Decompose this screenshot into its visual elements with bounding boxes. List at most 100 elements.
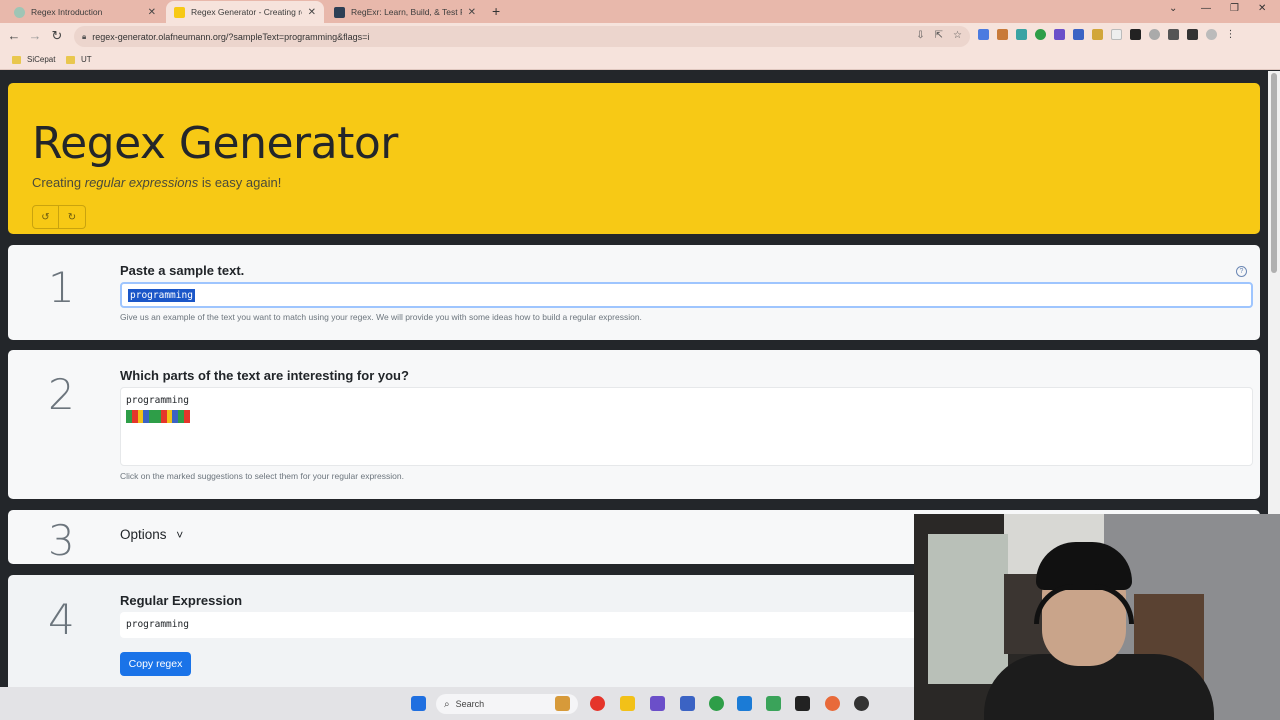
step-number: 1 [48,263,75,312]
copy-regex-button[interactable]: Copy regex [120,652,191,676]
bookmark-ut[interactable]: UT [66,55,92,64]
menu-kebab-icon[interactable]: ⋮ [1225,29,1236,40]
tab-favicon-icon [174,6,185,18]
windows-start-icon[interactable] [411,696,426,711]
lead-text: is easy again! [198,175,282,190]
tab-title: Regex Generator - Creating regex [191,7,302,17]
file-explorer-icon[interactable] [620,696,635,711]
page-lead: Creating regular expressions is easy aga… [32,175,281,190]
extension-translate-icon[interactable] [978,29,989,40]
browser-toolbar: ← → ↻ 🔒︎ regex-generator.olafneumann.org… [0,23,1280,50]
window-close-icon[interactable]: ✕ [1258,3,1266,14]
slack-icon[interactable] [650,696,665,711]
install-app-icon[interactable]: ⇩ [916,30,924,41]
tab-search-icon[interactable]: ⌄ [1169,3,1177,14]
step-number: 3 [48,516,75,565]
step-1-card: 1 Paste a sample text. ? programming Giv… [8,245,1260,340]
sample-text-input[interactable]: programming [120,282,1253,308]
suggestion-marker[interactable] [183,410,190,423]
chevron-down-icon: ˅ [176,528,184,542]
lead-text: Creating [32,175,85,190]
webcam-overlay [914,514,1280,720]
tab-title: Regex Introduction [31,7,103,17]
history-button-group: ↺ ↻ [32,205,86,229]
sample-text-value: programming [128,289,195,302]
regex-output-value: programming [126,619,189,630]
step-number: 2 [48,370,75,419]
chrome-icon[interactable] [590,696,605,711]
restore-icon[interactable]: ❐ [1230,3,1239,14]
extension-icon[interactable] [1149,29,1160,40]
suggestion-markers[interactable] [126,410,190,423]
extension-icon[interactable] [1130,29,1141,40]
search-icon: ⌕ [444,698,450,710]
profile-avatar-icon[interactable] [1206,29,1217,40]
redo-button[interactable]: ↻ [59,205,86,229]
undo-icon: ↺ [41,211,50,223]
page-title: Regex Generator [32,118,398,169]
tab-regex-introduction[interactable]: Regex Introduction ✕ [6,1,164,23]
extension-icon[interactable] [997,29,1008,40]
step-heading: Which parts of the text are interesting … [120,368,409,383]
taskbar-app-icon[interactable] [825,696,840,711]
bookmark-sicepat[interactable]: SiCepat [12,55,55,64]
extensions-puzzle-icon[interactable] [1168,29,1179,40]
new-tab-button[interactable]: + [492,3,500,19]
close-tab-icon[interactable]: ✕ [468,7,476,18]
bookmark-label: UT [81,55,92,64]
url-text: regex-generator.olafneumann.org/?sampleT… [92,31,370,42]
chrome-profile-icon[interactable] [709,696,724,711]
folder-icon [66,55,75,64]
vscode-icon[interactable] [737,696,752,711]
folder-icon [12,55,21,64]
extension-icon[interactable] [1054,29,1065,40]
taskbar-app-icon[interactable] [766,696,781,711]
lock-icon: 🔒︎ [82,31,87,41]
extension-icon[interactable] [1035,29,1046,40]
share-icon[interactable]: ⇱ [935,30,943,41]
taskbar-app-icon[interactable] [680,696,695,711]
step-heading: Regular Expression [120,593,243,608]
tab-regexr[interactable]: RegExr: Learn, Build, & Test RegEx ✕ [326,1,484,23]
suggestion-marker-area: programming [120,387,1253,466]
step-number: 4 [48,595,75,644]
minimize-icon[interactable]: — [1201,3,1211,14]
close-tab-icon[interactable]: ✕ [148,7,156,18]
address-bar[interactable]: 🔒︎ regex-generator.olafneumann.org/?samp… [74,26,970,47]
reload-icon[interactable]: ↻ [49,28,65,44]
tab-favicon-icon [14,6,25,18]
taskbar-app-icon[interactable] [555,696,570,711]
tab-strip: Regex Introduction ✕ Regex Generator - C… [0,0,1280,23]
taskbar-search-label: Search [455,699,485,709]
extension-icon[interactable] [1111,29,1122,40]
webcam-curtain [928,534,1008,684]
close-tab-icon[interactable]: ✕ [308,7,316,18]
undo-button[interactable]: ↺ [32,205,59,229]
options-label: Options [120,527,167,542]
taskbar-app-icon[interactable] [795,696,810,711]
extension-icon[interactable] [1073,29,1084,40]
tab-regex-generator[interactable]: Regex Generator - Creating regex ✕ [166,1,324,23]
extension-icon[interactable] [1016,29,1027,40]
step-help-text: Give us an example of the text you want … [120,312,642,322]
options-toggle[interactable]: Options ˅ [120,527,183,542]
step-help-text: Click on the marked suggestions to selec… [120,471,404,481]
step-heading: Paste a sample text. [120,263,245,278]
github-icon[interactable] [854,696,869,711]
bookmarks-bar: SiCepat UT [0,50,1280,70]
bookmark-star-icon[interactable]: ☆ [953,30,962,41]
sample-text-display: programming [126,395,189,406]
regex-output-field[interactable]: programming [120,612,920,638]
side-panel-icon[interactable] [1187,29,1198,40]
redo-icon: ↻ [67,211,77,223]
step-2-card: 2 Which parts of the text are interestin… [8,350,1260,499]
extension-icon[interactable] [1092,29,1103,40]
help-question-icon[interactable]: ? [1236,266,1247,277]
back-icon[interactable]: ← [6,28,22,43]
header-jumbotron: Regex Generator Creating regular express… [8,83,1260,234]
forward-icon[interactable]: → [27,28,43,43]
tab-favicon-icon [334,6,345,18]
windows-taskbar: ⌕ Search [0,687,914,720]
tab-title: RegExr: Learn, Build, & Test RegEx [351,7,462,17]
scrollbar-thumb[interactable] [1271,73,1277,273]
